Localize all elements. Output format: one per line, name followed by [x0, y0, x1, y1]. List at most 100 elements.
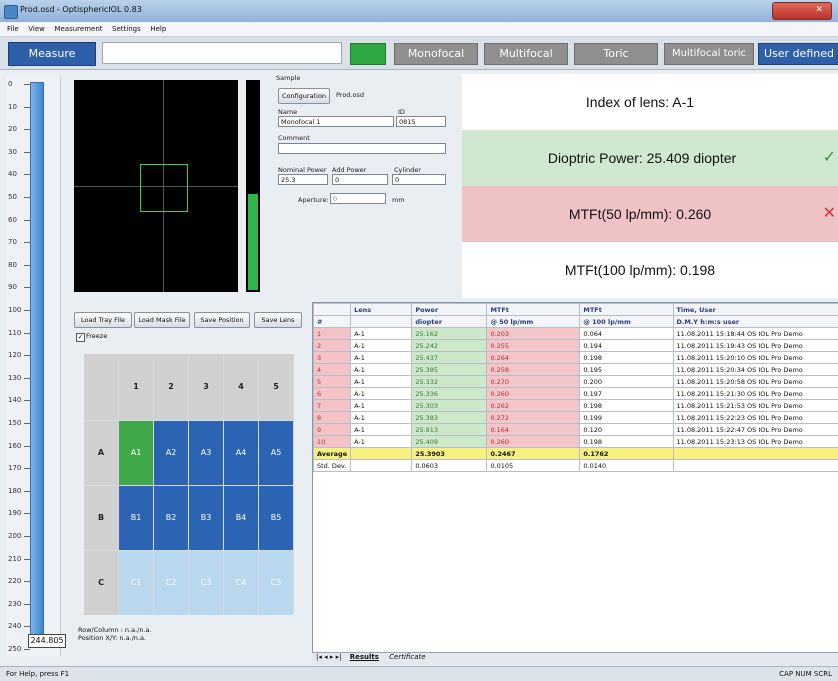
scale-tick-mark [24, 242, 30, 243]
scale-tick-mark [24, 446, 30, 447]
freeze-checkbox[interactable]: ✓ [76, 333, 85, 342]
table-row[interactable]: 8A-125.3830.2720.19911.08.2011 15:22:23 … [314, 412, 838, 424]
index-of-lens: Index of lens: A-1 [462, 74, 838, 130]
table-cell: 11.08.2011 15:23:13 OS IOL Pro Demo [673, 436, 838, 448]
tray-cell[interactable]: A2 [154, 421, 188, 485]
scale-track[interactable] [30, 82, 44, 646]
multifocal-toric-button[interactable]: Multifocal toric [664, 43, 754, 65]
sheet-tabs: |◂ ◂ ▸ ▸| Results Certificate [312, 652, 838, 665]
scale-tick-mark [24, 604, 30, 605]
table-row[interactable]: 10A-125.4090.2600.19811.08.2011 15:23:13… [314, 436, 838, 448]
table-row[interactable]: 7A-125.3030.2620.19811.08.2011 15:21:53 … [314, 400, 838, 412]
table-row[interactable]: 3A-125.4370.2640.19811.08.2011 15:20:10 … [314, 352, 838, 364]
table-cell: MTFt [580, 304, 673, 316]
table-cell: 11.08.2011 15:20:34 OS IOL Pro Demo [673, 364, 838, 376]
tray-cell[interactable]: B5 [259, 486, 293, 550]
table-cell: 11.08.2011 15:19:43 OS IOL Pro Demo [673, 340, 838, 352]
tray-cell[interactable]: B2 [154, 486, 188, 550]
menu-help[interactable]: Help [150, 22, 166, 36]
table-row[interactable]: 6A-125.3360.2600.19711.08.2011 15:21:30 … [314, 388, 838, 400]
tray-cell[interactable]: A4 [224, 421, 258, 485]
table-cell: 11.08.2011 15:20:58 OS IOL Pro Demo [673, 376, 838, 388]
tray-cell[interactable]: A1 [119, 421, 153, 485]
tray-cell[interactable]: C5 [259, 551, 293, 615]
table-header-row[interactable]: LensPowerMTFtMTFtTime, User [314, 304, 838, 316]
scale-tick-label: 230 [8, 600, 21, 608]
save-position-button[interactable]: Save Position [194, 312, 250, 328]
tray-cell[interactable]: C4 [224, 551, 258, 615]
measure-button[interactable]: Measure [8, 42, 96, 66]
table-cell: 11.08.2011 15:18:44 OS IOL Pro Demo [673, 328, 838, 340]
table-cell: 0.203 [487, 328, 580, 340]
table-cell: 25.332 [412, 376, 487, 388]
col-header: 5 [259, 354, 293, 420]
save-lens-button[interactable]: Save Lens [254, 312, 302, 328]
tray-cell[interactable]: A5 [259, 421, 293, 485]
table-header-row[interactable]: #diopter@ 50 lp/mm@ 100 lp/mmD.M.Y h:m:s… [314, 316, 838, 328]
close-icon[interactable]: ✕ [815, 5, 823, 15]
table-cell: D.M.Y h:m:s user [673, 316, 838, 328]
scale-tick-mark [24, 626, 30, 627]
tray-cell[interactable]: C1 [119, 551, 153, 615]
id-label: ID [398, 108, 405, 116]
tray-cell[interactable]: B1 [119, 486, 153, 550]
scale-tick-mark [24, 265, 30, 266]
menu-view[interactable]: View [28, 22, 45, 36]
scale-tick-label: 150 [8, 419, 21, 427]
nominal-power-field[interactable]: 25.3 [278, 174, 328, 185]
table-row[interactable]: 9A-125.9130.1640.12011.08.2011 15:22:47 … [314, 424, 838, 436]
tray-cell[interactable]: C2 [154, 551, 188, 615]
tray-grid: 12345AA1A2A3A4A5BB1B2B3B4B5CC1C2C3C4C5 [84, 354, 294, 614]
stddev-row[interactable]: Std. Dev.0.06030.01050.0140 [314, 460, 838, 472]
menu-measurement[interactable]: Measurement [54, 22, 102, 36]
table-row[interactable]: 4A-125.3850.2580.19511.08.2011 15:20:34 … [314, 364, 838, 376]
table-cell: Power [412, 304, 487, 316]
tray-cell[interactable]: B3 [189, 486, 223, 550]
table-row[interactable]: 1A-125.1620.2030.06411.08.2011 15:18:44 … [314, 328, 838, 340]
table-cell: 2 [314, 340, 351, 352]
id-field[interactable]: 0815 [396, 116, 446, 127]
multifocal-button[interactable]: Multifocal [484, 43, 568, 65]
table-row[interactable]: 2A-125.2420.2550.19411.08.2011 15:19:43 … [314, 340, 838, 352]
load-tray-file-button[interactable]: Load Tray File [74, 312, 132, 328]
table-cell: 25.383 [412, 412, 487, 424]
table-cell: A-1 [351, 328, 412, 340]
comment-field[interactable] [278, 143, 446, 154]
scale-tick-mark [24, 333, 30, 334]
tab-certificate[interactable]: Certificate [389, 653, 425, 661]
aperture-field[interactable]: 0 [330, 193, 386, 204]
toolbar-input[interactable] [102, 42, 342, 64]
monofocal-button[interactable]: Monofocal [394, 43, 478, 65]
load-mask-file-button[interactable]: Load Mask File [134, 312, 190, 328]
table-cell: 0.200 [580, 376, 673, 388]
title-bar: Prod.osd - OptisphericIOL 0.83 ✕ [0, 0, 838, 23]
scale-tick-label: 40 [8, 170, 17, 178]
scale-tick-label: 140 [8, 396, 21, 404]
tab-results[interactable]: Results [350, 653, 379, 661]
tray-cell[interactable]: B4 [224, 486, 258, 550]
scale-tick-label: 120 [8, 351, 21, 359]
table-cell: Lens [351, 304, 412, 316]
nav-arrows[interactable]: |◂ ◂ ▸ ▸| [316, 653, 341, 661]
average-row[interactable]: Average25.39030.24670.1762 [314, 448, 838, 460]
configuration-button[interactable]: Configuration [278, 88, 330, 104]
toric-button[interactable]: Toric [574, 43, 658, 65]
table-cell: 0.258 [487, 364, 580, 376]
user-defined-button[interactable]: User defined [758, 43, 838, 65]
name-field[interactable]: Monofocal 1 [278, 116, 394, 127]
tray-cell[interactable]: C3 [189, 551, 223, 615]
scale-value: 244.805 [28, 634, 66, 648]
scale-tick-label: 80 [8, 261, 17, 269]
scale-tick-label: 100 [8, 306, 21, 314]
add-power-field[interactable]: 0 [332, 174, 388, 185]
tray-cell[interactable]: A3 [189, 421, 223, 485]
menu-file[interactable]: File [7, 22, 19, 36]
table-row[interactable]: 5A-125.3320.2700.20011.08.2011 15:20:58 … [314, 376, 838, 388]
menu-settings[interactable]: Settings [112, 22, 141, 36]
cylinder-field[interactable]: 0 [392, 174, 446, 185]
table-cell [314, 304, 351, 316]
table-cell: A-1 [351, 388, 412, 400]
table-cell: 0.262 [487, 400, 580, 412]
scale-tick-mark [24, 513, 30, 514]
window-controls[interactable]: ✕ [772, 2, 832, 20]
